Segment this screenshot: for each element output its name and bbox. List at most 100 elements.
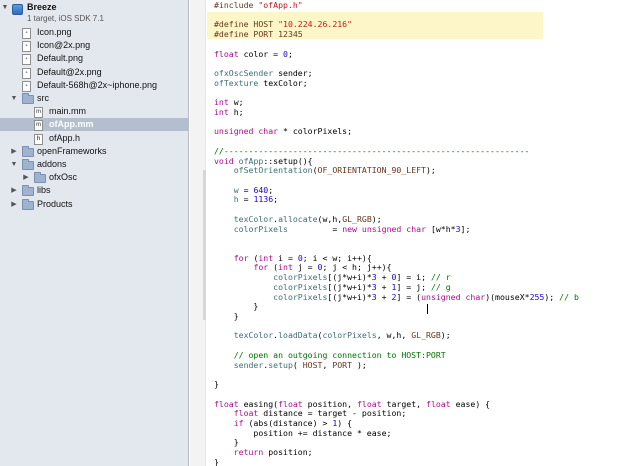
navigator-item[interactable]: ▪ Icon.png — [0, 26, 188, 39]
project-navigator: ▼ Breeze 1 target, iOS SDK 7.1 ▪ Icon.png… — [0, 0, 189, 466]
code-token: int — [214, 106, 229, 117]
source-file-icon: m — [34, 120, 43, 132]
navigator-item[interactable]: ▪ Default.png — [0, 52, 188, 66]
navigator-item-label: Default.png — [37, 53, 84, 64]
code-token: allocate — [278, 213, 318, 224]
code-token: } — [214, 379, 219, 390]
code-token: , w,h, — [376, 330, 412, 341]
navigator-item[interactable]: ▶ ofxOsc — [0, 171, 188, 184]
code-token: position += distance * ease; — [214, 427, 392, 438]
code-token: + — [376, 291, 392, 302]
navigator-item[interactable]: ▼ addons — [0, 158, 188, 171]
code-token: } — [214, 301, 259, 312]
code-token: float — [426, 398, 451, 409]
code-token: 1136 — [253, 194, 274, 205]
navigator-item[interactable]: ▪ Default@2x.png — [0, 66, 188, 79]
navigator-item-label: ofxOsc — [49, 172, 78, 183]
code-token: ; — [287, 48, 293, 59]
code-token: char — [465, 291, 486, 302]
code-token: // r — [430, 272, 451, 283]
code-token: ) { — [337, 417, 353, 428]
project-subtitle-row: 1 target, iOS SDK 7.1 — [0, 12, 188, 25]
navigator-item[interactable]: h ofApp.h — [0, 132, 188, 145]
code-token: colorPixels — [233, 223, 288, 234]
navigator-item[interactable]: ▶ Products — [0, 198, 188, 211]
navigator-item[interactable]: m ofApp.mm — [0, 118, 188, 132]
code-token: #define HOST — [214, 19, 279, 30]
code-token: position; — [263, 447, 313, 458]
disclosure-triangle-icon[interactable]: ▶ — [22, 171, 30, 184]
code-token: ( — [248, 252, 259, 263]
code-token: sender; — [273, 68, 313, 79]
code-token: ); — [425, 165, 436, 176]
code-token: for — [233, 252, 249, 263]
code-token: #define PORT 12345 — [214, 29, 303, 40]
header-file-icon: h — [34, 133, 43, 145]
code-token: ] = ( — [396, 291, 422, 302]
navigator-item-label: openFrameworks — [37, 145, 107, 156]
navigator-item-label: Icon.png — [37, 27, 72, 37]
code-line[interactable]: } — [214, 457, 620, 466]
code-token: OF_ORIENTATION_90_LEFT — [317, 165, 426, 176]
navigator-item[interactable]: ▶ openFrameworks — [0, 145, 188, 158]
code-token: ease) { — [450, 398, 491, 409]
navigator-item[interactable]: ▼ src — [0, 92, 188, 105]
code-token: ( — [268, 262, 279, 273]
code-token: (abs(distance) > — [243, 417, 333, 428]
code-area[interactable]: #include "ofApp.h" #define HOST "10.224.2… — [190, 0, 620, 466]
code-token: // open an outgoing connection to HOST:P… — [233, 349, 446, 360]
code-token: ::setup(){ — [263, 155, 313, 166]
code-token: unsigned — [421, 291, 461, 302]
code-token: loadData — [278, 330, 318, 341]
code-token: float — [233, 408, 259, 419]
disclosure-triangle-icon[interactable]: ▶ — [10, 145, 18, 158]
navigator-item[interactable]: ▪ Default-568h@2x~iphone.png — [0, 79, 188, 92]
code-token: = — [238, 184, 254, 195]
navigator-item-label: libs — [37, 185, 51, 196]
folder-icon — [22, 159, 34, 170]
navigator-item-label: addons — [37, 159, 67, 169]
code-token: return — [233, 447, 264, 458]
folder-icon — [34, 172, 46, 184]
code-token: ); — [352, 359, 367, 370]
code-token: ofxOscSender — [214, 68, 274, 79]
code-token: GL_RGB — [342, 213, 372, 224]
code-token: ; i < w; i++){ — [302, 252, 372, 263]
disclosure-triangle-icon[interactable]: ▼ — [10, 158, 18, 171]
code-token: [(j*w+i)* — [327, 272, 372, 283]
image-file-icon: ▪ — [22, 28, 31, 39]
code-token: "ofApp.h" — [258, 0, 303, 10]
code-token: [(j*w+i)* — [327, 281, 372, 292]
source-editor[interactable]: #include "ofApp.h" #define HOST "10.224.2… — [190, 0, 620, 466]
disclosure-triangle-icon[interactable]: ▶ — [10, 184, 18, 197]
code-token: 255 — [529, 291, 545, 302]
navigator-item[interactable]: ▶ libs — [0, 184, 188, 197]
code-token: int — [258, 252, 274, 263]
navigator-item[interactable]: ▪ Icon@2x.png — [0, 39, 188, 53]
image-file-icon: ▪ — [22, 54, 31, 66]
code-token: ); — [371, 213, 382, 224]
source-file-icon: m — [34, 107, 43, 119]
disclosure-triangle-icon[interactable]: ▼ — [10, 92, 18, 105]
navigator-item[interactable]: m main.mm — [0, 105, 188, 119]
code-token: ; — [273, 194, 279, 205]
code-token: + — [376, 281, 392, 292]
code-token: int — [278, 262, 293, 273]
code-token: ofApp — [238, 155, 264, 166]
code-token: colorPixels — [322, 330, 377, 341]
disclosure-triangle-icon[interactable]: ▶ — [10, 198, 18, 211]
code-token: , — [322, 359, 333, 370]
code-token: float — [278, 398, 303, 409]
code-token: } — [214, 456, 219, 466]
code-token: #include — [214, 0, 259, 10]
code-token: )(mouseX* — [485, 291, 530, 302]
code-token: HOST — [302, 359, 323, 370]
code-token: texColor — [233, 330, 274, 341]
image-file-icon: ▪ — [22, 80, 31, 92]
